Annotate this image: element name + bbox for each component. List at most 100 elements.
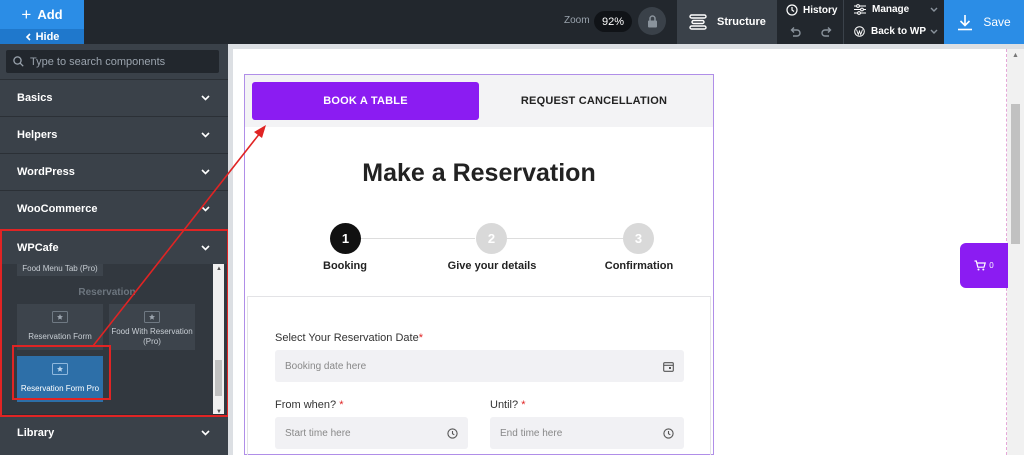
structure-button[interactable]: Structure: [677, 0, 777, 44]
floating-cart-button[interactable]: 0: [960, 243, 1008, 288]
wpcafe-components-list: Food Menu Tab (Pro) Reservation Reservat…: [0, 264, 214, 417]
category-wordpress[interactable]: WordPress: [0, 153, 228, 190]
top-toolbar: + Add Hide Zoom 92% Structure History Ma…: [0, 0, 1024, 44]
zoom-level-button[interactable]: 92%: [594, 11, 632, 32]
clock-icon[interactable]: [663, 427, 674, 439]
step-2-indicator: 2: [476, 223, 507, 254]
required-mark: *: [418, 332, 423, 344]
component-tile-reservation-form[interactable]: Reservation Form: [17, 304, 103, 350]
manage-panel: Manage Back to WP: [846, 0, 942, 44]
category-helpers[interactable]: Helpers: [0, 116, 228, 153]
end-time-field[interactable]: [490, 417, 684, 449]
tile-label: Reservation Form Pro: [20, 384, 100, 393]
scrollbar-thumb[interactable]: [215, 360, 222, 396]
plus-icon: +: [21, 5, 32, 24]
end-time-input[interactable]: [500, 427, 648, 439]
booking-date-field[interactable]: [275, 350, 684, 382]
lock-button[interactable]: [638, 7, 666, 35]
required-mark: *: [339, 399, 344, 411]
sliders-icon: [854, 4, 866, 15]
save-button[interactable]: Save: [944, 0, 1024, 44]
reservation-form-widget[interactable]: BOOK A TABLE REQUEST CANCELLATION Make a…: [244, 74, 714, 455]
step-1-label: Booking: [323, 260, 367, 272]
manage-button[interactable]: Manage: [854, 4, 942, 15]
download-icon: [958, 14, 973, 30]
scroll-up-icon[interactable]: ▲: [1012, 52, 1019, 59]
chevron-down-icon: [201, 244, 210, 251]
group-label-reservation: Reservation: [78, 287, 136, 298]
until-label: Until? *: [490, 399, 525, 411]
save-label: Save: [983, 15, 1011, 29]
category-label: WordPress: [17, 166, 75, 178]
components-sidebar: Basics Helpers WordPress WooCommerce WPC…: [0, 44, 228, 455]
step-1-indicator: 1: [330, 223, 361, 254]
lock-icon: [647, 14, 657, 27]
booking-date-input[interactable]: [285, 360, 616, 372]
chevron-down-icon: [201, 430, 210, 436]
redo-icon[interactable]: [820, 25, 834, 39]
history-button[interactable]: History: [786, 4, 837, 16]
category-basics[interactable]: Basics: [0, 79, 228, 116]
add-button[interactable]: + Add: [0, 0, 84, 29]
chevron-down-icon: [201, 206, 210, 212]
star-box-icon: [52, 363, 68, 375]
category-woocommerce[interactable]: WooCommerce: [0, 190, 228, 227]
structure-icon: [689, 14, 707, 30]
search-icon: [13, 56, 24, 67]
history-label: History: [803, 4, 838, 16]
category-label: Library: [17, 427, 55, 439]
label-text: Until?: [490, 399, 519, 411]
step-2-label: Give your details: [447, 260, 537, 272]
component-tile-food-menu-tab[interactable]: Food Menu Tab (Pro): [17, 264, 103, 276]
category-wpcafe[interactable]: WPCafe: [0, 231, 228, 264]
tile-label: Reservation Form: [28, 332, 92, 341]
clock-icon[interactable]: [447, 427, 458, 439]
scroll-up-icon[interactable]: ▲: [216, 266, 222, 272]
back-to-wp-label: Back to WP: [871, 26, 927, 37]
undo-icon[interactable]: [788, 25, 802, 39]
canvas-scrollbar[interactable]: ▲: [1007, 49, 1024, 455]
category-library[interactable]: Library: [0, 414, 228, 451]
from-when-label: From when? *: [275, 399, 343, 411]
label-text: Select Your Reservation Date: [275, 332, 419, 344]
category-label: WPCafe: [17, 241, 59, 254]
chevron-down-icon: [930, 29, 938, 34]
tile-label: Food Menu Tab (Pro): [22, 264, 98, 273]
tab-request-cancellation[interactable]: REQUEST CANCELLATION: [483, 82, 705, 120]
start-time-field[interactable]: [275, 417, 468, 449]
scrollbar-thumb[interactable]: [1011, 104, 1020, 244]
chevron-down-icon: [201, 95, 210, 101]
component-tile-reservation-form-pro[interactable]: Reservation Form Pro: [17, 356, 103, 402]
category-label: Basics: [17, 92, 53, 104]
category-wpcafe-panel: WPCafe Food Menu Tab (Pro) Reservation R…: [0, 231, 228, 417]
hide-button[interactable]: Hide: [0, 29, 84, 44]
components-scrollbar[interactable]: ▲ ▼: [213, 264, 224, 417]
cart-icon: [974, 260, 987, 271]
chevron-down-icon: [201, 169, 210, 175]
calendar-icon[interactable]: [663, 361, 674, 372]
booking-form: Select Your Reservation Date* From when?…: [247, 296, 711, 455]
reservation-tabs: BOOK A TABLE REQUEST CANCELLATION: [245, 75, 713, 127]
label-text: From when?: [275, 399, 337, 411]
structure-label: Structure: [717, 16, 766, 28]
tile-label: Food With Reservation (Pro): [111, 327, 193, 346]
history-panel: History: [778, 0, 844, 44]
star-box-icon: [52, 311, 68, 323]
add-button-label: Add: [37, 7, 63, 22]
clock-icon: [786, 4, 798, 16]
required-mark: *: [521, 399, 526, 411]
component-search-input[interactable]: [30, 55, 210, 68]
step-3-label: Confirmation: [604, 260, 674, 272]
tab-book-a-table[interactable]: BOOK A TABLE: [252, 82, 479, 120]
back-to-wp-button[interactable]: Back to WP: [854, 26, 942, 37]
component-search: [6, 50, 219, 73]
reservation-date-label: Select Your Reservation Date*: [275, 332, 423, 344]
component-tile-food-with-reservation[interactable]: Food With Reservation (Pro): [109, 304, 195, 350]
step-connector: [361, 238, 475, 239]
category-label: Helpers: [17, 129, 58, 141]
step-connector: [507, 238, 623, 239]
start-time-input[interactable]: [285, 427, 433, 439]
category-label: WooCommerce: [17, 203, 98, 215]
wordpress-icon: [854, 26, 865, 37]
reservation-title: Make a Reservation: [362, 159, 596, 187]
